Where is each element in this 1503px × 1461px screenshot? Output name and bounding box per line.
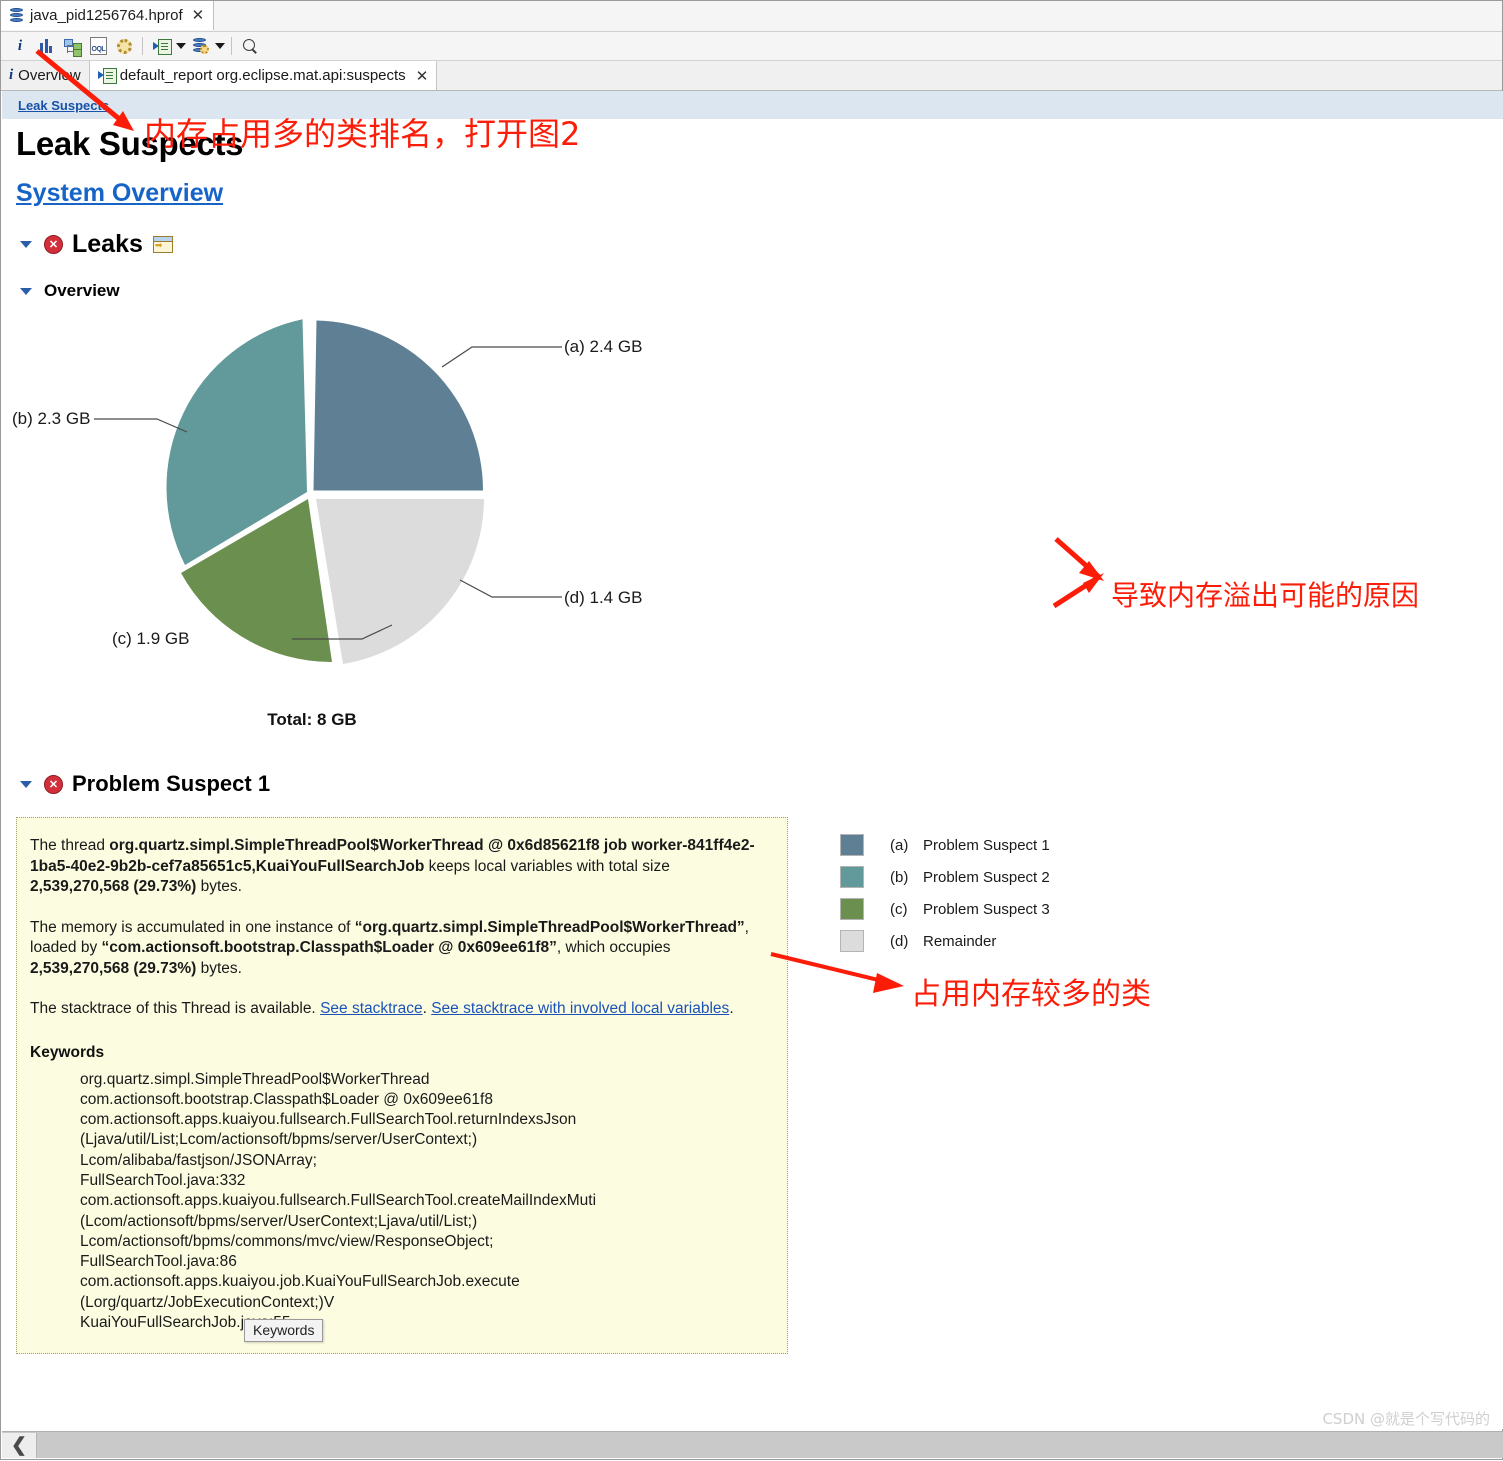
watermark: CSDN @就是个写代码的 [1322,1410,1490,1428]
close-icon[interactable]: ✕ [416,67,429,85]
pie-callout-c: (c) 1.9 GB [112,629,189,648]
chevron-down-icon[interactable] [20,287,32,295]
legend-item: (a) Problem Suspect 1 [840,829,1050,861]
keywords-list: org.quartz.simpl.SimpleThreadPool$Worker… [80,1070,597,1332]
legend-swatch-c [840,898,864,920]
legend-label-c: Problem Suspect 3 [923,900,1050,918]
p1-text-e: bytes. [196,878,242,895]
dominator-tree-icon[interactable] [59,34,85,58]
legend-key-a: (a) [890,836,909,854]
p1-size: 2,539,270,568 (29.73%) [30,878,197,895]
histogram-icon[interactable] [33,34,59,58]
p1-text-c: keeps local variables with total size [424,857,670,875]
file-tab-bar: java_pid1256764.hprof ✕ [1,1,1502,32]
callout-line-a [441,346,562,368]
p2-text-g: bytes. [196,959,242,977]
legend-item: (b) Problem Suspect 2 [840,861,1050,893]
p2-text-e: , which occupies [556,939,671,956]
legend-swatch-a [840,834,864,856]
query-browser-icon[interactable] [187,34,213,58]
chevron-down-icon[interactable] [20,241,32,248]
p2-loader: “com.actionsoft.bootstrap.Classpath$Load… [101,939,557,956]
scroll-left-arrow-icon[interactable]: ❮ [2,1432,37,1458]
legend-label-b: Problem Suspect 2 [923,868,1050,886]
keywords-title: Keywords [30,1043,105,1061]
oql-icon[interactable]: OQL [85,34,111,58]
mat-window: java_pid1256764.hprof ✕ i OQL i Overview… [0,0,1503,1460]
error-icon: ✕ [44,235,63,254]
legend-key-c: (c) [890,900,908,918]
p2-text-a: The memory is accumulated in one instanc… [30,918,355,936]
info-icon: i [9,67,14,83]
pie-legend: (a) Problem Suspect 1 (b) Problem Suspec… [840,829,1050,957]
p3-text-b: . [422,1000,432,1017]
settings-gear-icon[interactable] [111,34,137,58]
horizontal-scrollbar[interactable]: ❮ [2,1431,1503,1458]
suspect-paragraph-3: The stacktrace of this Thread is availab… [30,999,765,1020]
run-expert-system-dropdown[interactable] [174,34,187,58]
p2-class: “org.quartz.simpl.SimpleThreadPool$Worke… [354,918,745,936]
problem-suspect-description: The thread org.quartz.simpl.SimpleThread… [16,817,788,1355]
page-title: Leak Suspects [16,125,244,162]
legend-label-a: Problem Suspect 1 [923,836,1050,854]
callout-line-b [94,418,188,433]
section-leaks[interactable]: ✕ Leaks [20,230,1503,259]
close-icon[interactable]: ✕ [192,8,205,23]
p3-text-a: The stacktrace of this Thread is availab… [30,1000,321,1017]
view-tab-bar: i Overview default_report org.eclipse.ma… [1,61,1502,91]
legend-swatch-d [840,930,864,952]
see-stacktrace-with-locals-link[interactable]: See stacktrace with involved local varia… [431,1000,729,1017]
tab-overview[interactable]: i Overview [1,61,90,90]
breadcrumb-leak-suspects[interactable]: Leak Suspects [18,98,109,113]
overview-info-icon[interactable]: i [7,34,33,58]
system-overview-link[interactable]: System Overview [16,179,223,208]
suspect-paragraph-1: The thread org.quartz.simpl.SimpleThread… [30,836,765,898]
p1-text-a: The thread [30,837,110,854]
toolbar-separator-2 [231,37,232,55]
file-tab-label: java_pid1256764.hprof [30,7,183,24]
pie-slice-a [313,320,484,491]
tab-default-report-label: default_report org.eclipse.mat.api:suspe… [119,67,406,84]
keywords-tooltip: Keywords [244,1319,324,1342]
section-problem-suspect-1-label: Problem Suspect 1 [72,771,271,796]
section-problem-suspect-1[interactable]: ✕ Problem Suspect 1 [20,771,1503,797]
section-leaks-label: Leaks [72,230,143,258]
query-browser-dropdown[interactable] [213,34,226,58]
open-in-window-icon[interactable] [152,236,173,253]
legend-key-b: (b) [890,868,909,886]
legend-label-d: Remainder [923,932,997,950]
report-content: Leak Suspects Leak Suspects System Overv… [2,91,1503,1429]
toolbar: i OQL [1,32,1502,61]
toolbar-separator-1 [142,37,143,55]
heap-dump-icon [9,7,24,24]
pie-callout-b: (b) 2.3 GB [12,409,90,428]
chevron-down-icon[interactable] [20,780,32,788]
section-overview-label: Overview [44,281,120,300]
legend-swatch-b [840,866,864,888]
section-overview[interactable]: Overview [20,281,1503,301]
legend-item: (c) Problem Suspect 3 [840,893,1050,925]
pie-svg: (a) 2.4 GB (b) 2.3 GB (c) 1.9 GB (d) 1.4… [12,319,642,729]
breadcrumb: Leak Suspects [2,91,1503,119]
leak-suspects-pie-chart: (a) 2.4 GB (b) 2.3 GB (c) 1.9 GB (d) 1.4… [2,307,1503,952]
tab-default-report[interactable]: default_report org.eclipse.mat.api:suspe… [89,61,438,90]
pie-total-label: Total: 8 GB [267,710,356,729]
report-icon [97,68,117,84]
error-icon: ✕ [44,774,63,794]
suspect-paragraph-2: The memory is accumulated in one instanc… [30,918,765,980]
see-stacktrace-link[interactable]: See stacktrace [320,1000,423,1017]
tab-overview-label: Overview [18,67,81,84]
legend-key-d: (d) [890,932,909,950]
callout-line-d [459,579,562,598]
pie-callout-a: (a) 2.4 GB [564,337,642,356]
run-expert-system-test-icon[interactable] [148,34,174,58]
p2-size: 2,539,270,568 (29.73%) [30,959,197,977]
p3-text-c: . [729,1000,734,1017]
legend-item: (d) Remainder [840,925,1050,957]
file-tab-heapdump[interactable]: java_pid1256764.hprof ✕ [1,1,215,30]
pie-callout-d: (d) 1.4 GB [564,588,642,607]
search-icon[interactable] [237,34,263,58]
